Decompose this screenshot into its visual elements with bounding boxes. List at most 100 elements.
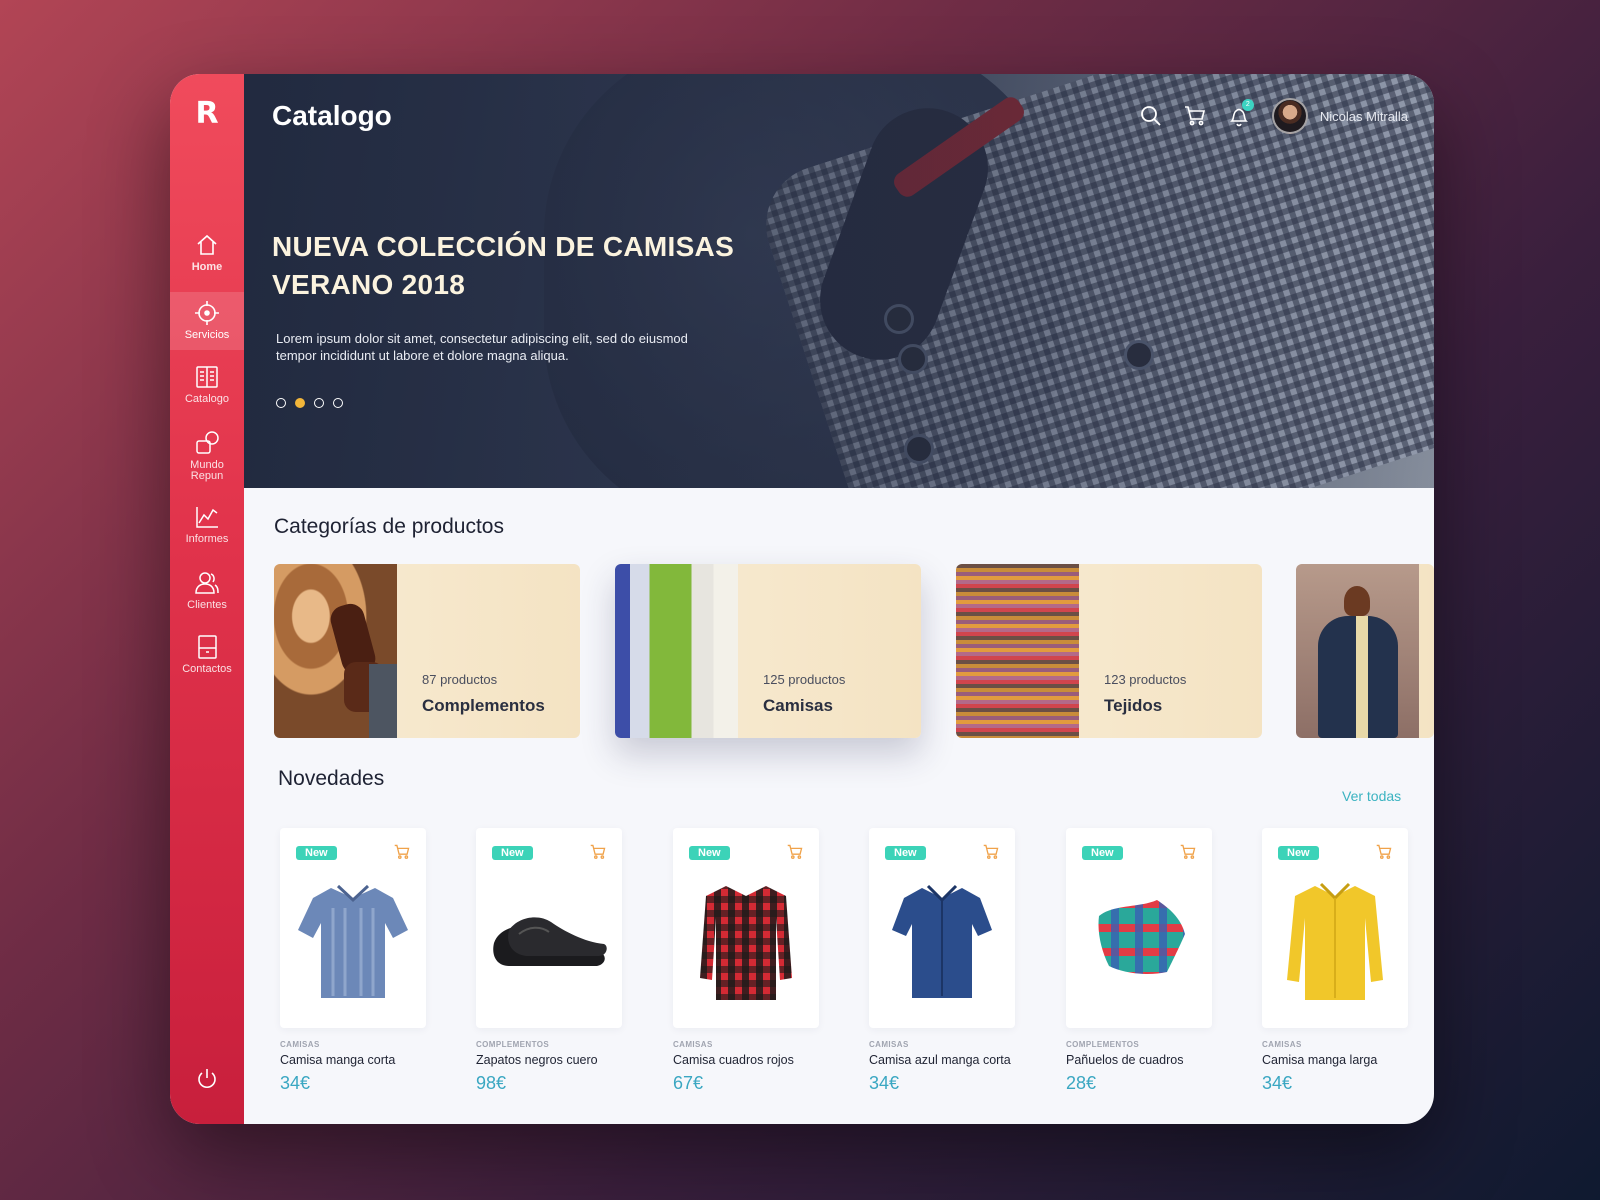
- category-card-camisas[interactable]: 125 productos Camisas: [615, 564, 921, 738]
- sidebar-item-label: Clientes: [187, 599, 227, 611]
- cart-icon: [590, 844, 606, 859]
- cart-icon: [1184, 106, 1205, 126]
- category-image-shoes: [274, 564, 397, 738]
- product-image-card[interactable]: New: [1066, 828, 1212, 1028]
- category-count: 125 productos: [763, 672, 846, 687]
- product-price: 34€: [280, 1073, 311, 1093]
- carousel-dot-active[interactable]: [295, 398, 305, 408]
- add-to-cart-button[interactable]: [590, 844, 606, 865]
- new-badge: New: [492, 846, 533, 860]
- product-image-card[interactable]: New: [673, 828, 819, 1028]
- product-image-blue-shirt: [892, 884, 992, 998]
- carousel-dot[interactable]: [314, 398, 324, 408]
- cart-icon: [1376, 844, 1392, 859]
- add-to-cart-button[interactable]: [394, 844, 410, 865]
- see-all-link[interactable]: Ver todas: [1342, 788, 1401, 804]
- sidebar-item-contactos[interactable]: Contactos: [170, 634, 244, 692]
- sidebar-item-label: Servicios: [184, 329, 230, 341]
- novedades-title: Novedades: [278, 767, 385, 790]
- sidebar: R Home Servicios Catalogo Mundo Repun In…: [170, 74, 244, 1124]
- app-window: R Home Servicios Catalogo Mundo Repun In…: [170, 74, 1434, 1124]
- sidebar-item-label: Contactos: [182, 663, 232, 675]
- sidebar-item-label: Catalogo: [184, 393, 230, 405]
- crosshair-icon: [195, 301, 219, 325]
- product-image-short-sleeve-shirt: [298, 884, 408, 998]
- category-image-shirts: [615, 564, 738, 738]
- product-category: COMPLEMENTOS: [476, 1040, 550, 1049]
- sidebar-item-servicios[interactable]: Servicios: [170, 292, 244, 350]
- product-name: Camisa cuadros rojos: [673, 1053, 794, 1067]
- add-to-cart-button[interactable]: [787, 844, 803, 865]
- sidebar-item-clientes[interactable]: Clientes: [170, 570, 244, 628]
- product-name: Camisa manga larga: [1262, 1053, 1378, 1067]
- category-count: 87 productos: [422, 672, 498, 687]
- sidebar-item-informes[interactable]: Informes: [170, 504, 244, 562]
- product-price: 98€: [476, 1073, 507, 1093]
- carousel-dots: [276, 398, 343, 408]
- product-card[interactable]: New CAMISAS Camisa azul manga corta 34€: [869, 828, 1015, 1094]
- sidebar-item-mundo-repun[interactable]: Mundo Repun: [170, 430, 244, 494]
- category-card-tejidos[interactable]: 123 productos Tejidos: [956, 564, 1262, 738]
- product-card[interactable]: New CAMISAS Camisa cuadros rojos 67€: [673, 828, 819, 1094]
- users-icon: [195, 572, 219, 594]
- avatar: [1271, 98, 1308, 134]
- sidebar-item-label: Mundo Repun: [190, 459, 224, 482]
- notification-badge: 2: [1241, 99, 1254, 111]
- product-image-card[interactable]: New: [1262, 828, 1408, 1028]
- power-button[interactable]: [170, 1067, 244, 1096]
- product-image-red-check-shirt: [700, 886, 792, 1000]
- book-icon: [196, 366, 218, 388]
- cart-button[interactable]: [1184, 105, 1206, 127]
- notifications-button[interactable]: 2: [1228, 99, 1254, 127]
- product-image-card[interactable]: New: [869, 828, 1015, 1028]
- product-image-check-scarf: [1098, 900, 1185, 974]
- product-name: Pañuelos de cuadros: [1066, 1053, 1184, 1067]
- search-button[interactable]: [1140, 105, 1162, 127]
- category-image-fabrics: [956, 564, 1079, 738]
- contacts-icon: [198, 635, 217, 659]
- new-badge: New: [1082, 846, 1123, 860]
- category-card-complementos[interactable]: 87 productos Complementos: [274, 564, 580, 738]
- product-name: Camisa azul manga corta: [869, 1053, 1011, 1067]
- product-category: CAMISAS: [869, 1040, 909, 1049]
- add-to-cart-button[interactable]: [983, 844, 999, 865]
- product-image-card[interactable]: New: [476, 828, 622, 1028]
- categories-title: Categorías de productos: [274, 515, 504, 538]
- hero-description: Lorem ipsum dolor sit amet, consectetur …: [276, 331, 688, 363]
- product-price: 34€: [869, 1073, 900, 1093]
- power-icon: [198, 1069, 216, 1088]
- product-card[interactable]: New CAMISAS Camisa manga larga 34€: [1262, 828, 1408, 1094]
- product-category: CAMISAS: [673, 1040, 713, 1049]
- cart-icon: [983, 844, 999, 859]
- product-card[interactable]: New COMPLEMENTOS Pañuelos de cuadros 28€: [1066, 828, 1212, 1094]
- user-name: Nicolas Mitralla: [1319, 108, 1408, 124]
- product-image-yellow-shirt: [1287, 882, 1383, 1000]
- cart-icon: [394, 844, 410, 859]
- carousel-dot[interactable]: [276, 398, 286, 408]
- category-name: Camisas: [763, 696, 833, 715]
- page-title: Catalogo: [272, 100, 392, 131]
- sidebar-item-label: Home: [191, 261, 223, 273]
- add-to-cart-button[interactable]: [1376, 844, 1392, 865]
- product-name: Zapatos negros cuero: [476, 1053, 598, 1067]
- product-card[interactable]: New CAMISAS Camisa manga corta 34€: [280, 828, 426, 1094]
- product-image-card[interactable]: New: [280, 828, 426, 1028]
- new-badge: New: [1278, 846, 1319, 860]
- carousel-dot[interactable]: [333, 398, 343, 408]
- sidebar-item-home[interactable]: Home: [170, 232, 244, 290]
- category-name: Complementos: [422, 696, 545, 715]
- chart-icon: [196, 507, 218, 528]
- product-card[interactable]: New COMPLEMENTOS Zapatos negros cuero 98…: [476, 828, 622, 1094]
- user-menu[interactable]: Nicolas Mitralla: [1271, 98, 1408, 134]
- category-card-partial[interactable]: [1296, 564, 1434, 738]
- sidebar-item-label: Informes: [185, 533, 229, 545]
- add-to-cart-button[interactable]: [1180, 844, 1196, 865]
- cart-icon: [787, 844, 803, 859]
- category-name: Tejidos: [1104, 696, 1163, 715]
- new-badge: New: [296, 846, 337, 860]
- sidebar-item-catalogo[interactable]: Catalogo: [170, 364, 244, 422]
- new-badge: New: [885, 846, 926, 860]
- product-category: COMPLEMENTOS: [1066, 1040, 1140, 1049]
- product-image-leather-shoes: [493, 917, 607, 966]
- app-logo[interactable]: R: [170, 96, 244, 131]
